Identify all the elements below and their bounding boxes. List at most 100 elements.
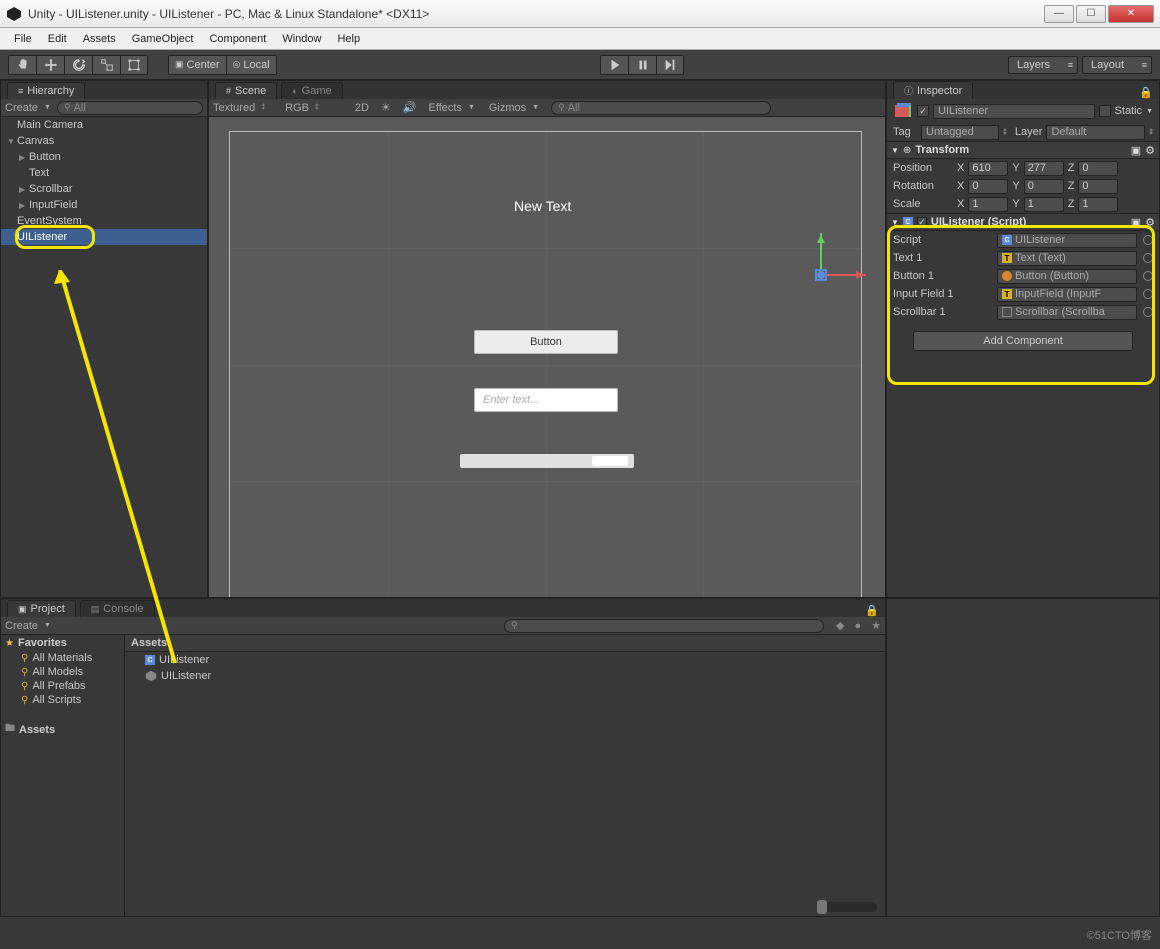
menu-gameobject[interactable]: GameObject bbox=[124, 30, 202, 48]
project-breadcrumb[interactable]: Assets bbox=[125, 635, 885, 652]
hierarchy-item-eventsystem[interactable]: EventSystem bbox=[1, 213, 207, 229]
component-help-icon[interactable]: ▣ bbox=[1131, 216, 1141, 229]
hierarchy-item-scrollbar[interactable]: ▶Scrollbar bbox=[1, 181, 207, 197]
hierarchy-tab[interactable]: ≡Hierarchy bbox=[7, 82, 85, 99]
close-button[interactable]: ✕ bbox=[1108, 5, 1154, 23]
asset-scene-uilistener[interactable]: UIListener bbox=[125, 668, 885, 684]
pivot-center-button[interactable]: ▣Center bbox=[168, 55, 226, 75]
asset-script-uilistener[interactable]: CUIListener bbox=[125, 652, 885, 668]
filter-icon[interactable]: ◆ bbox=[836, 619, 844, 632]
inspector-lock-icon[interactable]: 🔒 bbox=[1133, 86, 1159, 99]
layer-dropdown[interactable]: Default bbox=[1046, 125, 1145, 140]
layout-dropdown[interactable]: Layout bbox=[1082, 56, 1152, 74]
fav-all-models[interactable]: ⚲All Models bbox=[1, 665, 124, 679]
hierarchy-item-uilistener[interactable]: UIListener bbox=[1, 229, 207, 245]
hierarchy-item-text[interactable]: Text bbox=[1, 165, 207, 181]
gameobject-active-checkbox[interactable]: ✓ bbox=[917, 105, 929, 117]
add-component-button[interactable]: Add Component bbox=[913, 331, 1133, 351]
scene-light-toggle[interactable]: ☀ bbox=[381, 101, 391, 114]
rot-y-field[interactable]: 0 bbox=[1024, 179, 1064, 194]
scene-search-input[interactable]: ⚲All bbox=[551, 101, 771, 115]
scene-rendermode-dropdown[interactable]: RGB bbox=[285, 102, 309, 114]
object-picker-icon[interactable] bbox=[1143, 289, 1153, 299]
tag-dropdown[interactable]: Untagged bbox=[921, 125, 999, 140]
hierarchy-search-input[interactable]: ⚲All bbox=[57, 101, 203, 115]
project-search-input[interactable]: ⚲ bbox=[504, 619, 824, 633]
menu-help[interactable]: Help bbox=[329, 30, 368, 48]
assets-folder[interactable]: Assets bbox=[19, 724, 55, 736]
menu-file[interactable]: File bbox=[6, 30, 40, 48]
pause-button[interactable] bbox=[628, 55, 656, 75]
scene-audio-toggle[interactable]: 🔊 bbox=[403, 101, 417, 114]
component-gear-icon[interactable]: ⚙ bbox=[1145, 144, 1155, 157]
menu-edit[interactable]: Edit bbox=[40, 30, 75, 48]
scale-z-field[interactable]: 1 bbox=[1078, 197, 1118, 212]
save-search-icon[interactable]: ★ bbox=[871, 619, 881, 632]
scene-drawmode-dropdown[interactable]: Textured bbox=[213, 102, 255, 114]
scene-tab[interactable]: #Scene bbox=[215, 82, 277, 99]
filter-type-icon[interactable]: ● bbox=[854, 620, 861, 632]
hierarchy-create-button[interactable]: Create bbox=[5, 102, 38, 114]
maximize-button[interactable]: ☐ bbox=[1076, 5, 1106, 23]
project-tree[interactable]: ★Favorites ⚲All Materials ⚲All Models ⚲A… bbox=[1, 635, 125, 916]
minimize-button[interactable]: — bbox=[1044, 5, 1074, 23]
scene-gizmos-dropdown[interactable]: Gizmos bbox=[489, 102, 526, 114]
object-picker-icon[interactable] bbox=[1143, 307, 1153, 317]
object-picker-icon[interactable] bbox=[1143, 271, 1153, 281]
fav-all-materials[interactable]: ⚲All Materials bbox=[1, 651, 124, 665]
project-tab[interactable]: ▣Project bbox=[7, 600, 76, 617]
rot-z-field[interactable]: 0 bbox=[1078, 179, 1118, 194]
scene-view[interactable]: New Text Button Enter text... bbox=[209, 117, 885, 597]
button1-field[interactable]: Button (Button) bbox=[997, 269, 1137, 284]
rotate-tool-button[interactable] bbox=[64, 55, 92, 75]
menu-bar: File Edit Assets GameObject Component Wi… bbox=[0, 28, 1160, 50]
text1-field[interactable]: TText (Text) bbox=[997, 251, 1137, 266]
hierarchy-item-canvas[interactable]: ▼Canvas bbox=[1, 133, 207, 149]
hierarchy-item-button[interactable]: ▶Button bbox=[1, 149, 207, 165]
scene-gizmo[interactable] bbox=[813, 229, 863, 279]
pos-y-field[interactable]: 277 bbox=[1024, 161, 1064, 176]
panel-lock-icon[interactable]: 🔒 bbox=[859, 604, 885, 617]
script-component-header[interactable]: ▼C✓UIListener (Script)▣⚙ bbox=[887, 213, 1159, 231]
menu-component[interactable]: Component bbox=[201, 30, 274, 48]
scale-tool-button[interactable] bbox=[92, 55, 120, 75]
project-icon-size-slider[interactable] bbox=[817, 902, 877, 912]
hand-tool-button[interactable] bbox=[8, 55, 36, 75]
console-tab[interactable]: ▤Console bbox=[80, 600, 155, 617]
component-gear-icon[interactable]: ⚙ bbox=[1145, 216, 1155, 229]
menu-window[interactable]: Window bbox=[274, 30, 329, 48]
hierarchy-item-inputfield[interactable]: ▶InputField bbox=[1, 197, 207, 213]
script-label: Script bbox=[893, 234, 993, 246]
move-tool-button[interactable] bbox=[36, 55, 64, 75]
fav-all-prefabs[interactable]: ⚲All Prefabs bbox=[1, 679, 124, 693]
transform-component-header[interactable]: ▼⊕Transform▣⚙ bbox=[887, 141, 1159, 159]
component-help-icon[interactable]: ▣ bbox=[1131, 144, 1141, 157]
input1-field[interactable]: TInputField (InputF bbox=[997, 287, 1137, 302]
scale-x-field[interactable]: 1 bbox=[968, 197, 1008, 212]
gameobject-name-field[interactable]: UIListener bbox=[933, 104, 1095, 119]
object-picker-icon[interactable] bbox=[1143, 253, 1153, 263]
rect-tool-button[interactable] bbox=[120, 55, 148, 75]
gameobject-static-checkbox[interactable] bbox=[1099, 105, 1111, 117]
menu-assets[interactable]: Assets bbox=[75, 30, 124, 48]
script-field[interactable]: CUIListener bbox=[997, 233, 1137, 248]
project-create-button[interactable]: Create bbox=[5, 620, 38, 632]
rot-x-field[interactable]: 0 bbox=[968, 179, 1008, 194]
pos-z-field[interactable]: 0 bbox=[1078, 161, 1118, 176]
hierarchy-content[interactable]: Main Camera ▼Canvas ▶Button Text ▶Scroll… bbox=[1, 117, 207, 597]
step-button[interactable] bbox=[656, 55, 684, 75]
pos-x-field[interactable]: 610 bbox=[968, 161, 1008, 176]
fav-all-scripts[interactable]: ⚲All Scripts bbox=[1, 693, 124, 707]
scale-y-field[interactable]: 1 bbox=[1024, 197, 1064, 212]
object-picker-icon[interactable] bbox=[1143, 235, 1153, 245]
layers-dropdown[interactable]: Layers bbox=[1008, 56, 1078, 74]
hierarchy-item-main-camera[interactable]: Main Camera bbox=[1, 117, 207, 133]
inspector-tab[interactable]: ⓘInspector bbox=[893, 81, 973, 99]
scroll1-field[interactable]: Scrollbar (Scrollba bbox=[997, 305, 1137, 320]
scene-2d-toggle[interactable]: 2D bbox=[355, 102, 369, 114]
project-content[interactable]: Assets CUIListener UIListener bbox=[125, 635, 885, 916]
game-tab[interactable]: ◐Game bbox=[281, 82, 342, 99]
scene-effects-dropdown[interactable]: Effects bbox=[429, 102, 462, 114]
pivot-local-button[interactable]: ◎Local bbox=[226, 55, 277, 75]
play-button[interactable] bbox=[600, 55, 628, 75]
